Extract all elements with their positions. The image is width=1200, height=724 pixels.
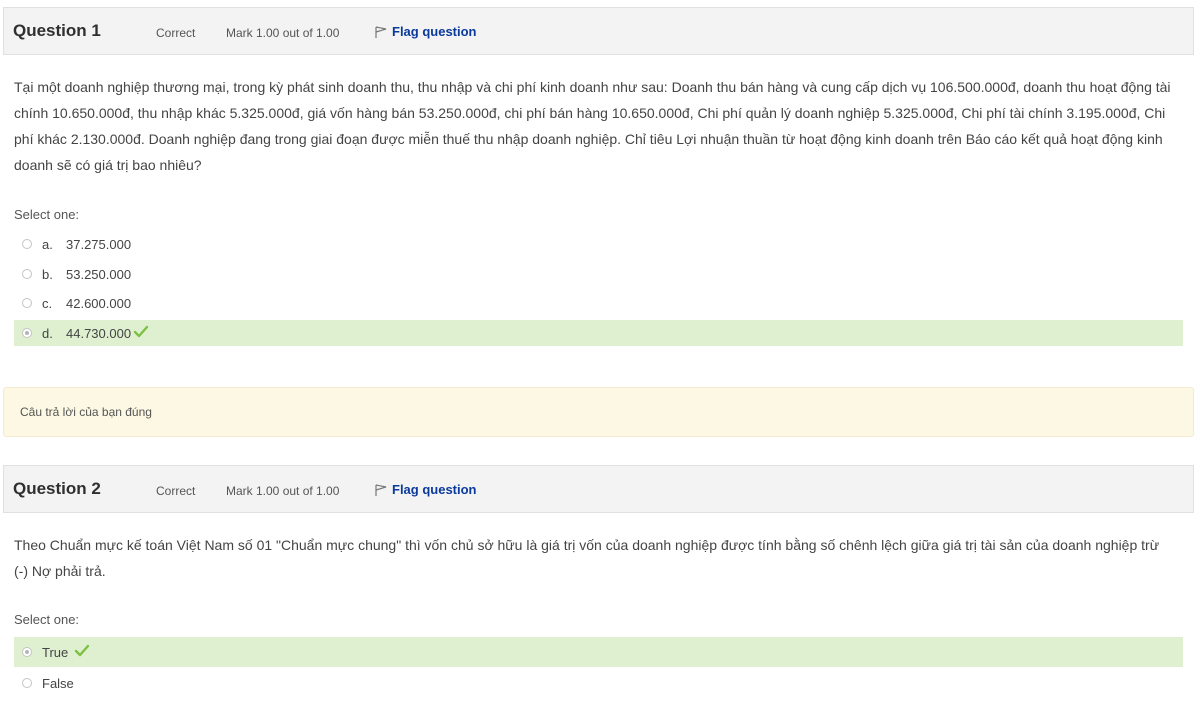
option-text: 44.730.000 xyxy=(66,325,132,341)
option-text: False xyxy=(42,675,74,691)
option-letter: c. xyxy=(42,295,53,311)
answer-option-false[interactable]: False xyxy=(14,670,1183,696)
radio-button-selected[interactable] xyxy=(22,328,32,338)
question-2-text: Theo Chuẩn mực kế toán Việt Nam số 01 "C… xyxy=(14,537,1160,579)
option-text: 37.275.000 xyxy=(66,236,132,252)
option-text: True xyxy=(42,644,69,660)
question-2-header: Question 2 Correct Mark 1.00 out of 1.00… xyxy=(3,465,1194,513)
checkmark-icon xyxy=(74,644,90,661)
radio-button[interactable] xyxy=(22,298,32,308)
question-mark: Mark 1.00 out of 1.00 xyxy=(226,484,340,498)
flag-question-label: Flag question xyxy=(392,482,477,497)
question-1-text: Tại một doanh nghiệp thương mại, trong k… xyxy=(14,79,1171,173)
flag-icon xyxy=(374,483,388,497)
flag-question-link[interactable]: Flag question xyxy=(374,24,477,39)
radio-button-selected[interactable] xyxy=(22,647,32,657)
option-letter: a. xyxy=(42,236,53,252)
flag-icon xyxy=(374,25,388,39)
answer-option-a[interactable]: a. 37.275.000 xyxy=(14,231,1183,257)
option-text: 53.250.000 xyxy=(66,266,132,282)
answer-option-c[interactable]: c. 42.600.000 xyxy=(14,290,1183,316)
radio-button[interactable] xyxy=(22,239,32,249)
select-one-label: Select one: xyxy=(14,612,80,627)
feedback-text: Câu trả lời của bạn đúng xyxy=(20,405,152,419)
question-state: Correct xyxy=(156,26,196,40)
radio-button[interactable] xyxy=(22,678,32,688)
radio-button[interactable] xyxy=(22,269,32,279)
question-title: Question 1 xyxy=(13,21,101,40)
answer-option-d[interactable]: d. 44.730.000 xyxy=(14,320,1183,346)
question-state: Correct xyxy=(156,484,196,498)
flag-question-label: Flag question xyxy=(392,24,477,39)
option-text: 42.600.000 xyxy=(66,295,132,311)
feedback-box: Câu trả lời của bạn đúng xyxy=(3,387,1194,437)
option-letter: b. xyxy=(42,266,53,282)
question-mark: Mark 1.00 out of 1.00 xyxy=(226,26,340,40)
answer-option-true[interactable]: True xyxy=(14,637,1183,667)
question-1-header: Question 1 Correct Mark 1.00 out of 1.00… xyxy=(3,7,1194,55)
question-title: Question 2 xyxy=(13,479,101,498)
answer-option-b[interactable]: b. 53.250.000 xyxy=(14,261,1183,287)
select-one-label: Select one: xyxy=(14,207,80,222)
checkmark-icon xyxy=(133,325,149,342)
flag-question-link[interactable]: Flag question xyxy=(374,482,477,497)
option-letter: d. xyxy=(42,325,53,341)
